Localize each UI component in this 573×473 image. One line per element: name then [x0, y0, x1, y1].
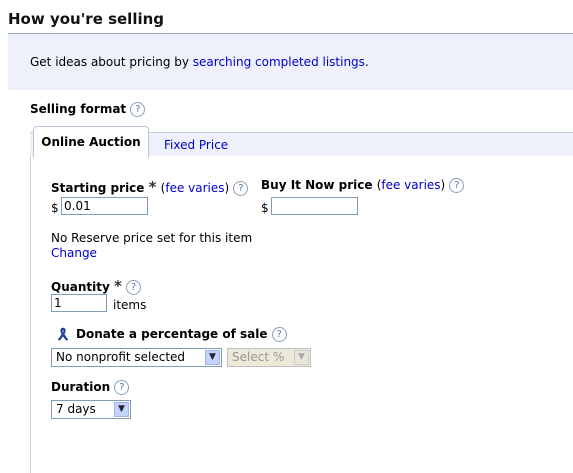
buy-it-now-fee-link[interactable]: fee varies	[381, 178, 440, 192]
help-icon[interactable]: ?	[271, 327, 287, 342]
starting-price-label: Starting price * (fee varies) ?	[51, 178, 249, 196]
help-icon[interactable]: ?	[130, 102, 146, 117]
buy-it-now-input[interactable]	[271, 197, 358, 215]
fee-paren-close: )	[224, 181, 230, 195]
donate-label: Donate a percentage of sale ?	[76, 327, 287, 342]
fee-paren-close: )	[440, 178, 446, 192]
search-completed-listings-link[interactable]: searching completed listings	[193, 55, 365, 69]
chevron-down-icon[interactable]: ▼	[114, 402, 129, 417]
currency-symbol: $	[51, 201, 59, 215]
help-icon[interactable]: ?	[449, 178, 465, 193]
quantity-unit: items	[113, 298, 147, 312]
starting-price-text: Starting price	[51, 181, 145, 195]
charity-ribbon-icon	[57, 327, 69, 341]
donation-percent-select: Select % ▼	[227, 348, 311, 367]
quantity-input[interactable]	[51, 294, 107, 312]
starting-price-fee-link[interactable]: fee varies	[165, 181, 224, 195]
quantity-label: Quantity * ?	[51, 277, 142, 295]
quantity-text: Quantity	[51, 280, 110, 294]
selling-format-label: Selling format ?	[30, 102, 146, 117]
nonprofit-select-value: No nonprofit selected	[56, 350, 186, 364]
change-reserve-link[interactable]: Change	[51, 246, 97, 260]
duration-label: Duration ?	[51, 380, 130, 395]
duration-select-value: 7 days	[56, 402, 96, 416]
required-marker: *	[148, 178, 157, 196]
help-icon[interactable]: ?	[233, 181, 249, 196]
help-icon[interactable]: ?	[114, 380, 130, 395]
section-title: How you're selling	[8, 10, 165, 28]
pricing-tip-suffix: .	[364, 55, 369, 69]
tab-fixed-price[interactable]: Fixed Price	[164, 138, 228, 152]
buy-it-now-label: Buy It Now price (fee varies) ?	[261, 178, 465, 193]
selling-format-text: Selling format	[30, 102, 127, 116]
duration-text: Duration	[51, 380, 111, 394]
buy-it-now-text: Buy It Now price	[261, 178, 373, 192]
donation-percent-value: Select %	[232, 350, 285, 364]
donate-text: Donate a percentage of sale	[76, 327, 268, 341]
starting-price-input[interactable]	[61, 197, 148, 215]
pricing-tip-box: Get ideas about pricing by searching com…	[8, 34, 573, 90]
pricing-tip-text: Get ideas about pricing by searching com…	[30, 55, 369, 69]
reserve-status-text: No Reserve price set for this item	[51, 231, 253, 245]
pricing-tip-prefix: Get ideas about pricing by	[30, 55, 193, 69]
help-icon[interactable]: ?	[126, 280, 142, 295]
nonprofit-select[interactable]: No nonprofit selected ▼	[51, 348, 222, 367]
chevron-down-icon: ▼	[294, 350, 309, 365]
currency-symbol: $	[261, 201, 269, 215]
duration-select[interactable]: 7 days ▼	[51, 400, 131, 419]
chevron-down-icon[interactable]: ▼	[205, 350, 220, 365]
required-marker: *	[113, 277, 122, 295]
tab-online-auction[interactable]: Online Auction	[33, 126, 149, 158]
